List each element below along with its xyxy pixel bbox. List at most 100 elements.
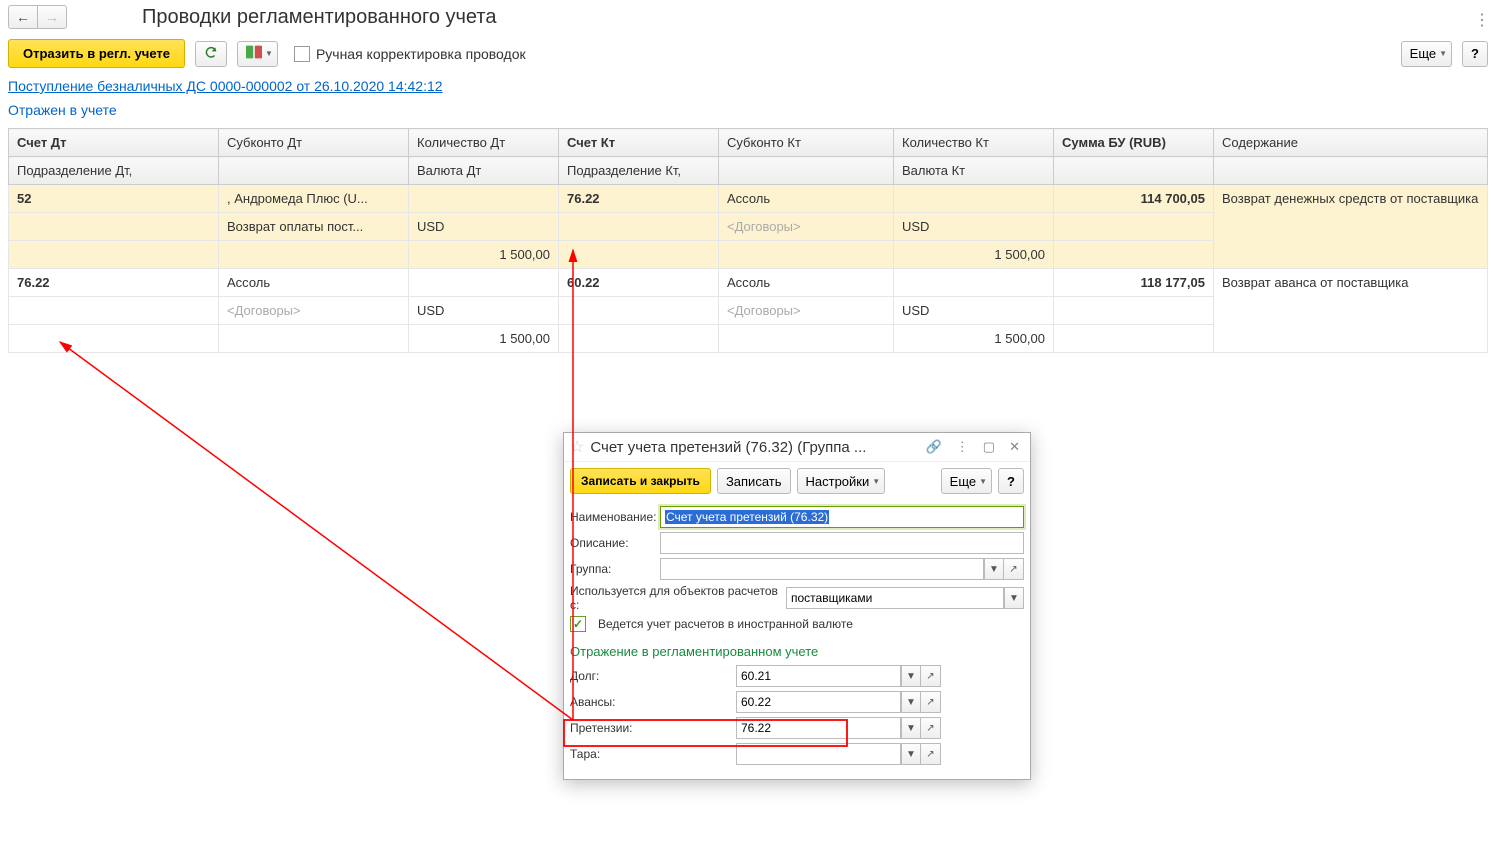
manual-correction-checkbox[interactable]: Ручная корректировка проводок [294, 46, 526, 62]
settings-label: Настройки [806, 474, 870, 489]
dropdown-icon[interactable]: ▼ [901, 743, 921, 765]
more-label: Еще [1410, 46, 1436, 61]
cell-cur-kt[interactable]: USD [894, 297, 1054, 325]
dropdown-icon[interactable]: ▼ [901, 717, 921, 739]
popup-title: Счет учета претензий (76.32) (Группа ... [590, 439, 915, 456]
usedfor-label: Используется для объектов расчетов с: [570, 584, 780, 612]
th-qty-kt[interactable]: Количество Кт [894, 129, 1054, 157]
cell-sub-dt[interactable]: , Андромеда Плюс (U... [219, 185, 409, 213]
status-text: Отражен в учете [0, 96, 1496, 128]
cell-acc-dt[interactable]: 76.22 [9, 269, 219, 297]
cell-qty-dt[interactable]: 1 500,00 [409, 325, 559, 353]
chevron-down-icon: ▼ [265, 49, 273, 58]
popup-more-button[interactable]: Еще ▼ [941, 468, 992, 494]
cell-cur-dt[interactable]: USD [409, 297, 559, 325]
close-icon[interactable]: ✕ [1005, 439, 1024, 455]
account-popup: ☆ Счет учета претензий (76.32) (Группа .… [563, 432, 1031, 780]
cell-qty-dt[interactable]: 1 500,00 [409, 241, 559, 269]
th-desc[interactable]: Содержание [1214, 129, 1488, 157]
help-button[interactable]: ? [1462, 41, 1488, 67]
debt-label: Долг: [570, 669, 730, 683]
desc-input[interactable] [660, 532, 1024, 554]
th-sum[interactable]: Сумма БУ (RUB) [1054, 129, 1214, 157]
maximize-icon[interactable]: ▢ [979, 439, 999, 455]
cell-desc[interactable]: Возврат денежных средств от поставщика [1214, 185, 1488, 269]
entries-table: Счет Дт Субконто Дт Количество Дт Счет К… [8, 128, 1488, 353]
cell-qty-kt[interactable]: 1 500,00 [894, 325, 1054, 353]
cell-sub-kt2[interactable]: <Договоры> [719, 297, 894, 325]
cell-desc[interactable]: Возврат аванса от поставщика [1214, 269, 1488, 353]
cell-sum[interactable]: 114 700,05 [1054, 185, 1214, 213]
open-icon[interactable]: ↗ [1004, 558, 1024, 580]
refresh-button[interactable] [195, 41, 227, 67]
more-label: Еще [950, 474, 976, 489]
tara-input[interactable] [736, 743, 901, 765]
th-qty-dt[interactable]: Количество Дт [409, 129, 559, 157]
cell-sub-kt2[interactable]: <Договоры> [719, 213, 894, 241]
name-input[interactable]: Счет учета претензий (76.32) [665, 510, 829, 524]
popup-help-button[interactable]: ? [998, 468, 1024, 494]
manual-correction-label: Ручная корректировка проводок [316, 46, 526, 62]
nav-back-button[interactable]: ← [8, 5, 38, 29]
th-acc-dt[interactable]: Счет Дт [9, 129, 219, 157]
debt-input[interactable] [736, 665, 901, 687]
cell-sub-kt[interactable]: Ассоль [719, 185, 894, 213]
claims-label: Претензии: [570, 721, 730, 735]
star-icon[interactable]: ☆ [570, 437, 584, 457]
cell-qty-kt[interactable]: 1 500,00 [894, 241, 1054, 269]
reflect-button[interactable]: Отразить в регл. учете [8, 39, 185, 68]
dtkt-icon [246, 45, 262, 62]
advance-input[interactable] [736, 691, 901, 713]
th-acc-kt[interactable]: Счет Кт [559, 129, 719, 157]
chevron-down-icon: ▼ [1439, 49, 1447, 58]
more-button[interactable]: Еще ▼ [1401, 41, 1452, 67]
claims-input[interactable] [736, 717, 901, 739]
cell-cur-kt[interactable]: USD [894, 213, 1054, 241]
section-header: Отражение в регламентированном учете [570, 636, 1024, 661]
settings-button[interactable]: Настройки ▼ [797, 468, 886, 494]
cell-sub-kt[interactable]: Ассоль [719, 269, 894, 297]
checkbox-icon [294, 46, 310, 62]
dropdown-icon[interactable]: ▼ [1004, 587, 1024, 609]
nav-forward-button[interactable]: → [37, 5, 67, 29]
chevron-down-icon: ▼ [979, 477, 987, 486]
cell-sum[interactable]: 118 177,05 [1054, 269, 1214, 297]
cell-sub-dt2[interactable]: Возврат оплаты пост... [219, 213, 409, 241]
cell-acc-kt[interactable]: 76.22 [559, 185, 719, 213]
tara-label: Тара: [570, 747, 730, 761]
chevron-down-icon: ▼ [872, 477, 880, 486]
cell-acc-kt[interactable]: 60.22 [559, 269, 719, 297]
cell-acc-dt[interactable]: 52 [9, 185, 219, 213]
dropdown-icon[interactable]: ▼ [901, 665, 921, 687]
dropdown-icon[interactable]: ▼ [984, 558, 1004, 580]
th-div-dt[interactable]: Подразделение Дт, [9, 157, 219, 185]
th-div-kt[interactable]: Подразделение Кт, [559, 157, 719, 185]
save-close-button[interactable]: Записать и закрыть [570, 468, 711, 494]
document-link[interactable]: Поступление безналичных ДС 0000-000002 о… [8, 78, 443, 94]
th-sub-kt[interactable]: Субконто Кт [719, 129, 894, 157]
kebab-menu-icon[interactable]: ⋮ [1474, 10, 1490, 30]
dtkt-button[interactable]: ▼ [237, 41, 278, 67]
save-button[interactable]: Записать [717, 468, 791, 494]
dropdown-icon[interactable]: ▼ [901, 691, 921, 713]
cell-sub-dt2[interactable]: <Договоры> [219, 297, 409, 325]
th-sub-dt[interactable]: Субконто Дт [219, 129, 409, 157]
kebab-icon[interactable]: ⋮ [952, 439, 973, 455]
group-input[interactable] [660, 558, 984, 580]
desc-label: Описание: [570, 536, 654, 550]
foreign-currency-checkbox[interactable]: ✓ [570, 616, 586, 632]
open-icon[interactable]: ↗ [921, 717, 941, 739]
open-icon[interactable]: ↗ [921, 691, 941, 713]
link-icon[interactable]: 🔗 [922, 439, 946, 455]
foreign-currency-label: Ведется учет расчетов в иностранной валю… [598, 617, 853, 631]
th-cur-dt[interactable]: Валюта Дт [409, 157, 559, 185]
page-title: Проводки регламентированного учета [142, 6, 496, 29]
cell-cur-dt[interactable]: USD [409, 213, 559, 241]
usedfor-input[interactable] [786, 587, 1004, 609]
group-label: Группа: [570, 562, 654, 576]
name-label: Наименование: [570, 510, 654, 524]
open-icon[interactable]: ↗ [921, 743, 941, 765]
open-icon[interactable]: ↗ [921, 665, 941, 687]
th-cur-kt[interactable]: Валюта Кт [894, 157, 1054, 185]
cell-sub-dt[interactable]: Ассоль [219, 269, 409, 297]
